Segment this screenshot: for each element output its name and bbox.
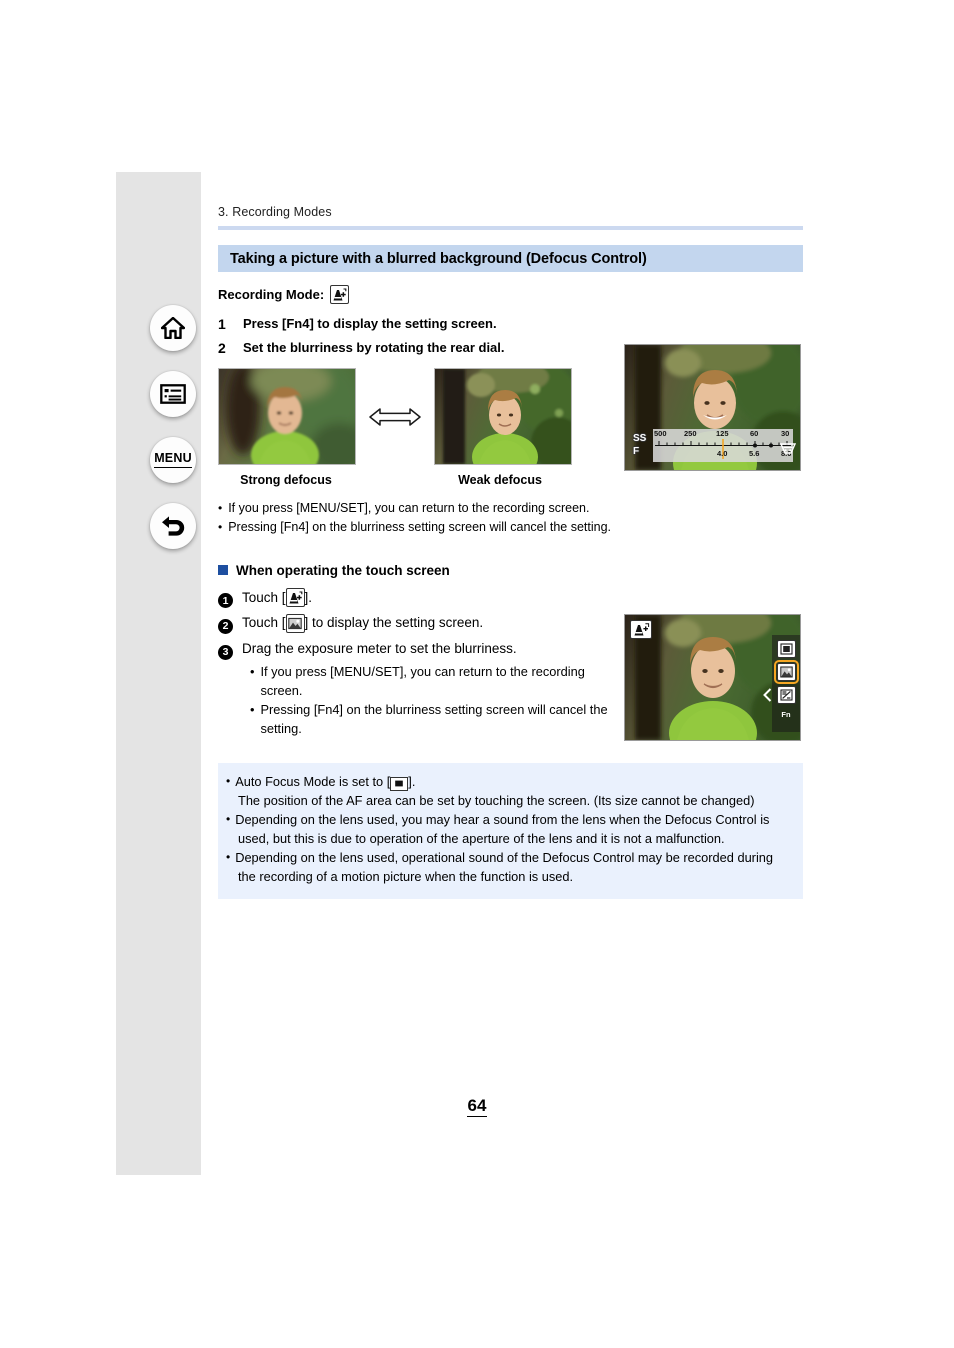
step-number: 2 xyxy=(218,340,226,356)
defocus-control-icon xyxy=(285,614,305,634)
meter-scale[interactable]: 500 250 125 60 30 4.0 5.6 8.0 xyxy=(653,429,793,462)
bullet-dot: • xyxy=(218,519,223,534)
touch-step-text: Touch [ ] to display the setting screen. xyxy=(242,612,483,634)
defocus-control-icon[interactable] xyxy=(773,660,799,684)
sidebar-item-home[interactable] xyxy=(150,305,196,351)
note-continuation: used, but this is due to operation of th… xyxy=(238,830,725,846)
meter-labels: SS F xyxy=(633,429,653,462)
defocus-meter-icon xyxy=(779,442,797,460)
bullet-text: If you press [MENU/SET], you can return … xyxy=(228,501,590,515)
note-box: • Auto Focus Mode is set to [ ]. The pos… xyxy=(218,763,803,899)
tab-collapse-arrow-icon[interactable] xyxy=(763,688,772,707)
ia-plus-mode-icon xyxy=(630,620,652,639)
camera-screen-defocus-meter: SS F 500 250 125 60 30 4.0 5.6 8.0 xyxy=(624,344,801,471)
page-title-text: Taking a picture with a blurred backgrou… xyxy=(230,250,647,267)
home-icon xyxy=(161,317,185,339)
touch-subbullet: • Pressing [Fn4] on the blurriness setti… xyxy=(250,701,618,739)
touch-step-number: 1 xyxy=(218,593,233,609)
bullet-text: Pressing [Fn4] on the blurriness setting… xyxy=(228,519,612,534)
ss-label: SS xyxy=(633,433,647,444)
photo-strong-defocus xyxy=(218,368,356,465)
bullet-text: Pressing [Fn4] on the blurriness setting… xyxy=(260,702,608,737)
af-area-icon xyxy=(390,776,409,791)
f-label: F xyxy=(633,445,640,457)
touch-steps: 1 Touch [ ]. 2 Touch [] to display the … xyxy=(218,587,618,740)
step-text: Set the blurriness by rotating the rear … xyxy=(243,340,505,355)
bullet-dot: • xyxy=(226,849,231,864)
touch-step-item: 1 Touch [ ]. xyxy=(218,587,618,609)
touch-step-text: Touch [ ]. xyxy=(242,587,312,609)
camera-screen-touch-tab: Fn xyxy=(624,614,801,741)
caption-weak-defocus: Weak defocus xyxy=(458,473,542,487)
bullet-dot: • xyxy=(218,501,223,515)
bullet-text: If you press [MENU/SET], you can return … xyxy=(260,664,585,699)
list-icon xyxy=(160,384,186,404)
note-text: Depending on the lens used, you may hear… xyxy=(235,811,770,827)
menu-text-icon: MENU xyxy=(154,451,192,468)
touch-subbullet: • If you press [MENU/SET], you can retur… xyxy=(250,663,618,701)
sidebar-item-menu[interactable]: MENU xyxy=(150,437,196,483)
note-item: • Auto Focus Mode is set to [ ]. xyxy=(218,773,803,792)
note-continuation: the recording of a motion picture when t… xyxy=(238,868,574,884)
photo-weak-defocus xyxy=(434,368,572,465)
touch-step-item: 2 Touch [ ] to display the setting scree… xyxy=(218,612,618,634)
touch-step-text: Drag the exposure meter to set the blurr… xyxy=(242,640,517,656)
note-continuation: The position of the AF area can be set b… xyxy=(238,792,755,808)
section-heading-text: When operating the touch screen xyxy=(236,562,450,578)
f-values: 4.0 5.6 8.0 xyxy=(717,449,792,458)
double-arrow-icon xyxy=(356,406,434,428)
touch-step-number: 3 xyxy=(218,644,233,660)
monochrome-icon[interactable] xyxy=(776,640,796,658)
recording-mode-line: Recording Mode: xyxy=(218,285,803,304)
exposure-comp-icon[interactable] xyxy=(776,686,796,704)
bullet-dot: • xyxy=(226,774,231,789)
back-arrow-icon xyxy=(160,514,186,538)
page-content: 3. Recording Modes Taking a picture with… xyxy=(218,205,803,899)
step-bullets: • If you press [MENU/SET], you can retur… xyxy=(218,499,803,537)
fn-label: Fn xyxy=(781,710,791,719)
step-text: Press [Fn4] to display the setting scree… xyxy=(243,316,497,331)
page-title: Taking a picture with a blurred backgrou… xyxy=(218,245,803,272)
touch-tab-strip: Fn xyxy=(772,635,800,732)
sidebar-item-back[interactable] xyxy=(150,503,196,549)
touch-step-number: 2 xyxy=(218,618,233,634)
header-rule xyxy=(218,226,803,230)
ia-plus-mode-icon xyxy=(285,588,305,607)
step-number: 1 xyxy=(218,316,226,332)
sidebar-nav: MENU xyxy=(149,305,197,549)
note-text: Auto Focus Mode is set to [ ]. xyxy=(235,774,416,791)
exposure-meter-overlay[interactable]: SS F 500 250 125 60 30 4.0 5.6 8.0 xyxy=(633,429,793,462)
page-number: 64 xyxy=(466,1096,488,1117)
ia-plus-mode-icon xyxy=(330,285,350,304)
caption-strong-defocus: Strong defocus xyxy=(240,473,332,487)
bullet-dot: • xyxy=(250,664,255,680)
note-text: Depending on the lens used, operational … xyxy=(235,849,774,865)
breadcrumb: 3. Recording Modes xyxy=(218,205,332,219)
section-heading-touch-screen: When operating the touch screen xyxy=(218,563,803,578)
bullet-dot: • xyxy=(250,702,255,718)
ss-values: 500 250 125 60 30 xyxy=(654,429,790,438)
step-item: 1 Press [Fn4] to display the setting scr… xyxy=(218,316,803,332)
bullet-dot: • xyxy=(226,811,231,826)
photo-captions: Strong defocus Weak defocus xyxy=(218,473,803,487)
section-marker-icon xyxy=(218,565,228,575)
sidebar-item-contents[interactable] xyxy=(150,371,196,417)
note-item: • Depending on the lens used, you may he… xyxy=(218,811,803,830)
bullet-item: • Pressing [Fn4] on the blurriness setti… xyxy=(218,518,803,537)
bullet-item: • If you press [MENU/SET], you can retur… xyxy=(218,499,803,518)
touch-step-item: 3 Drag the exposure meter to set the blu… xyxy=(218,638,618,660)
recording-mode-label: Recording Mode: xyxy=(218,287,325,302)
note-item: • Depending on the lens used, operationa… xyxy=(218,849,803,868)
